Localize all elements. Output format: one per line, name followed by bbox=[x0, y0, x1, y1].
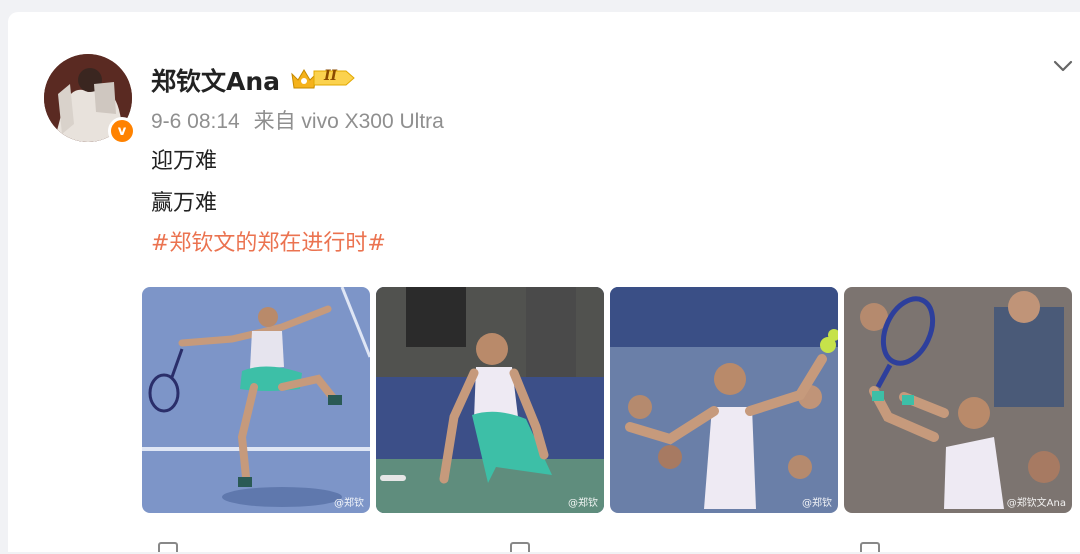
chevron-down-icon[interactable] bbox=[1049, 54, 1077, 78]
post-text-line-1: 迎万难 bbox=[151, 149, 218, 174]
post-photo-4[interactable]: @郑钦文Ana bbox=[844, 287, 1072, 513]
comment-icon[interactable] bbox=[510, 542, 530, 552]
repost-icon[interactable] bbox=[158, 542, 178, 552]
tennis-player-kneel-photo bbox=[376, 287, 604, 513]
post-photo-2[interactable]: @郑钦 bbox=[376, 287, 604, 513]
topic-hashtag-link[interactable]: #郑钦文的郑在进行时# bbox=[151, 225, 386, 257]
weibo-post-card: v 郑钦文Ana II 9-6 08:14 来自 vivo X300 Ultra… bbox=[8, 12, 1080, 552]
like-icon[interactable] bbox=[860, 542, 880, 552]
post-source: 来自 vivo X300 Ultra bbox=[253, 110, 444, 133]
tennis-player-serve-photo bbox=[142, 287, 370, 513]
action-bar bbox=[8, 542, 1080, 554]
post-photo-3[interactable]: @郑钦 bbox=[610, 287, 838, 513]
photo-watermark: @郑钦文Ana bbox=[1006, 498, 1066, 509]
post-text-line-2: 赢万难 bbox=[151, 191, 218, 216]
verified-badge-icon: v bbox=[108, 117, 136, 145]
tennis-player-racket-photo bbox=[844, 287, 1072, 513]
author-name[interactable]: 郑钦文Ana bbox=[151, 62, 280, 98]
vip-crown-icon[interactable]: II bbox=[290, 66, 356, 90]
tennis-player-celebrate-photo bbox=[610, 287, 838, 513]
photo-watermark: @郑钦 bbox=[802, 498, 832, 509]
post-time[interactable]: 9-6 08:14 bbox=[151, 110, 240, 133]
photo-watermark: @郑钦 bbox=[568, 498, 598, 509]
post-meta: 9-6 08:14 来自 vivo X300 Ultra bbox=[151, 105, 444, 135]
vip-level-label: II bbox=[324, 68, 338, 84]
photo-watermark: @郑钦 bbox=[334, 498, 364, 509]
post-photo-1[interactable]: @郑钦 bbox=[142, 287, 370, 513]
